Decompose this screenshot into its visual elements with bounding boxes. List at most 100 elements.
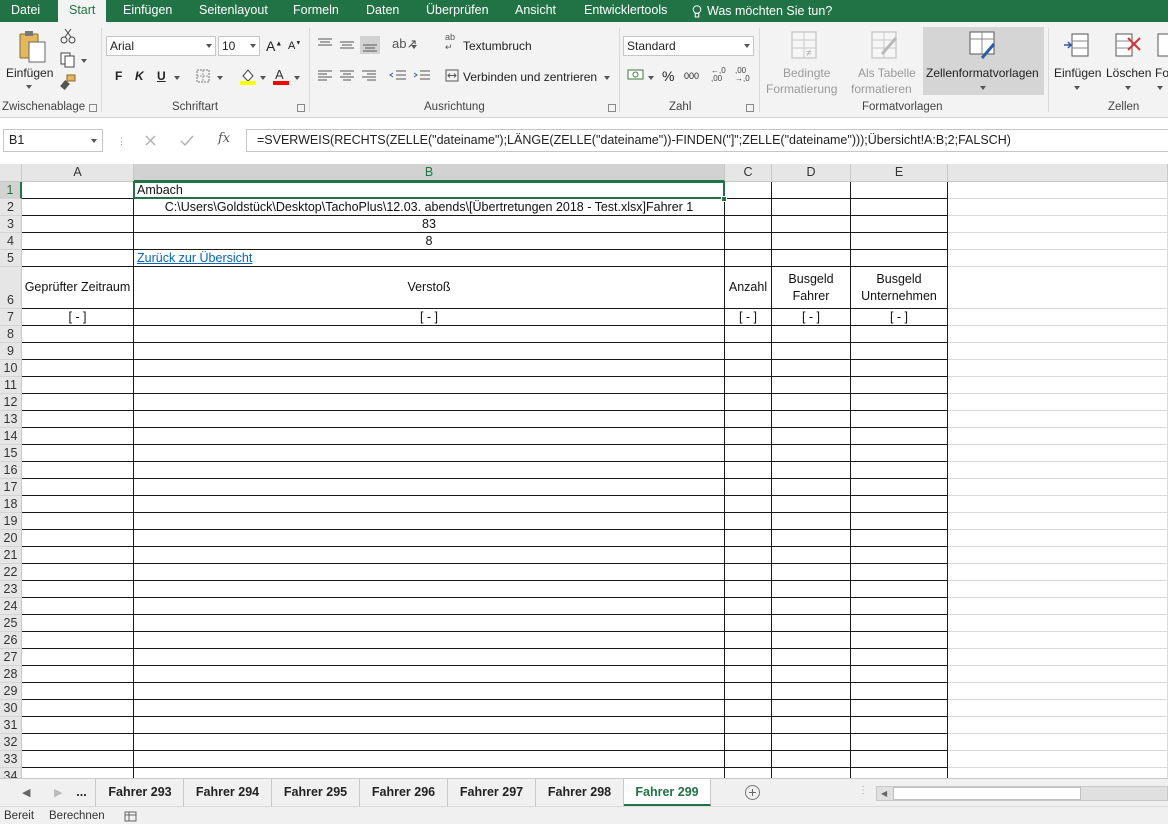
cell-e33[interactable] [851, 751, 948, 768]
borders-icon[interactable] [196, 69, 210, 83]
cell-a15[interactable] [22, 445, 134, 462]
sheet-tab-fahrer-295[interactable]: Fahrer 295 [272, 779, 360, 806]
cell-c32[interactable] [725, 734, 772, 751]
row-header-23[interactable]: 23 [0, 581, 22, 598]
tab-einfuegen[interactable]: Einfügen [123, 0, 172, 22]
cell-b5[interactable]: Zurück zur Übersicht [134, 250, 725, 267]
sheet-tab-fahrer-299[interactable]: Fahrer 299 [624, 779, 711, 806]
column-header-d[interactable]: D [772, 164, 851, 182]
cell-styles-dropdown-icon[interactable] [980, 86, 986, 90]
cell-styles-button[interactable]: Zellenformatvorlagen [926, 66, 1039, 80]
row-header-34[interactable]: 34 [0, 768, 22, 778]
column-header-c[interactable]: C [725, 164, 772, 182]
cell-a27[interactable] [22, 649, 134, 666]
shrink-font-icon[interactable]: A▼ [288, 40, 301, 52]
cell-a20[interactable] [22, 530, 134, 547]
row-header-2[interactable]: 2 [0, 199, 22, 216]
format-as-table-line2[interactable]: formatieren [851, 82, 912, 96]
cell-b6[interactable]: Verstoß [134, 267, 725, 309]
cell-c2[interactable] [725, 199, 772, 216]
cell-c11[interactable] [725, 377, 772, 394]
cell-d10[interactable] [772, 360, 851, 377]
cell-f16[interactable] [948, 462, 1168, 479]
sheet-tab-fahrer-298[interactable]: Fahrer 298 [536, 779, 624, 806]
font-launcher-icon[interactable] [297, 104, 305, 112]
cell-a31[interactable] [22, 717, 134, 734]
cell-f6[interactable] [948, 267, 1168, 309]
cell-b33[interactable] [134, 751, 725, 768]
cell-a2[interactable] [22, 199, 134, 216]
cell-a25[interactable] [22, 615, 134, 632]
font-name-combo[interactable]: Arial [106, 36, 216, 56]
cell-d2[interactable] [772, 199, 851, 216]
scrollbar-thumb[interactable] [893, 787, 1081, 800]
tab-splitter-icon[interactable]: ⋮ [858, 785, 868, 796]
cell-f30[interactable] [948, 700, 1168, 717]
cell-f23[interactable] [948, 581, 1168, 598]
row-header-14[interactable]: 14 [0, 428, 22, 445]
cell-d1[interactable] [772, 182, 851, 199]
cell-c28[interactable] [725, 666, 772, 683]
row-header-9[interactable]: 9 [0, 343, 22, 360]
cell-e18[interactable] [851, 496, 948, 513]
column-header-blank[interactable] [948, 164, 1168, 182]
cell-c1[interactable] [725, 182, 772, 199]
cell-b31[interactable] [134, 717, 725, 734]
row-header-3[interactable]: 3 [0, 216, 22, 233]
cell-f32[interactable] [948, 734, 1168, 751]
cell-c12[interactable] [725, 394, 772, 411]
underline-button[interactable]: U [157, 69, 166, 83]
row-header-17[interactable]: 17 [0, 479, 22, 496]
cell-e34[interactable] [851, 768, 948, 778]
cell-a6[interactable]: Geprüfter Zeitraum [22, 267, 134, 309]
cell-e20[interactable] [851, 530, 948, 547]
cell-d24[interactable] [772, 598, 851, 615]
cell-f27[interactable] [948, 649, 1168, 666]
paste-dropdown-icon[interactable] [26, 85, 32, 89]
row-header-18[interactable]: 18 [0, 496, 22, 513]
cell-c31[interactable] [725, 717, 772, 734]
worksheet-grid[interactable]: A B C D E 1 2 3 4 5 6 7 8 9 10 11 12 13 14 15 16 17 18 19 20 21 22… [0, 164, 1168, 778]
cell-styles-icon[interactable] [968, 30, 998, 62]
cell-c30[interactable] [725, 700, 772, 717]
cell-a34[interactable] [22, 768, 134, 778]
row-header-5[interactable]: 5 [0, 250, 22, 267]
cell-a5[interactable] [22, 250, 134, 267]
cell-b3[interactable]: 83 [134, 216, 725, 233]
cell-e27[interactable] [851, 649, 948, 666]
number-launcher-icon[interactable] [746, 104, 754, 112]
cell-b34[interactable] [134, 768, 725, 778]
format-cells-icon[interactable] [1156, 30, 1168, 60]
italic-button[interactable]: K [135, 69, 144, 83]
cell-b25[interactable] [134, 615, 725, 632]
cell-c26[interactable] [725, 632, 772, 649]
sheet-overflow-tab[interactable]: ... [68, 779, 96, 806]
cell-b11[interactable] [134, 377, 725, 394]
cell-e30[interactable] [851, 700, 948, 717]
cell-d20[interactable] [772, 530, 851, 547]
cell-a33[interactable] [22, 751, 134, 768]
name-box[interactable]: B1 [3, 129, 103, 152]
cell-d22[interactable] [772, 564, 851, 581]
row-header-10[interactable]: 10 [0, 360, 22, 377]
cell-d26[interactable] [772, 632, 851, 649]
cell-f2[interactable] [948, 199, 1168, 216]
row-header-20[interactable]: 20 [0, 530, 22, 547]
cell-d21[interactable] [772, 547, 851, 564]
cell-a14[interactable] [22, 428, 134, 445]
cell-d30[interactable] [772, 700, 851, 717]
cell-b28[interactable] [134, 666, 725, 683]
cell-a19[interactable] [22, 513, 134, 530]
percent-button[interactable]: % [662, 68, 674, 84]
cell-b7[interactable]: [ - ] [134, 309, 725, 326]
cell-f21[interactable] [948, 547, 1168, 564]
cell-d16[interactable] [772, 462, 851, 479]
row-header-28[interactable]: 28 [0, 666, 22, 683]
cell-c34[interactable] [725, 768, 772, 778]
fill-color-icon[interactable] [239, 67, 257, 85]
cell-e24[interactable] [851, 598, 948, 615]
row-header-22[interactable]: 22 [0, 564, 22, 581]
conditional-formatting-line1[interactable]: Bedingte [783, 66, 830, 80]
cell-b12[interactable] [134, 394, 725, 411]
cell-b19[interactable] [134, 513, 725, 530]
